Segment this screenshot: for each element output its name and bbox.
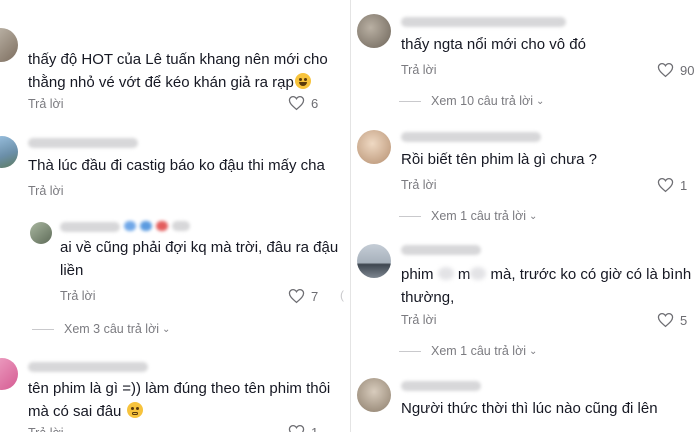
like-button[interactable]: 1 (657, 177, 687, 193)
heart-outline-icon (657, 312, 674, 328)
comment-text: Rồi biết tên phim là gì chưa ? (401, 151, 597, 168)
like-count: 90 (680, 62, 695, 78)
blurred-badge (124, 221, 136, 231)
heart-outline-icon (288, 288, 305, 304)
chevron-down-icon: ⌄ (529, 210, 538, 222)
avatar[interactable] (357, 244, 391, 278)
avatar[interactable] (30, 222, 52, 244)
reply-button[interactable]: Trả lời (401, 63, 437, 77)
blurred-username (401, 245, 481, 255)
comment-text: Người thức thời thì lúc nào cũng đi lên (401, 400, 658, 417)
reply-button[interactable]: Trả lời (401, 313, 437, 327)
like-button[interactable]: 90 (657, 62, 694, 78)
right-comment-panel: thấy ngta nổi mới cho vô đó Trả lời 90 X… (350, 0, 700, 432)
reply-button[interactable]: Trả lời (401, 178, 437, 192)
like-button[interactable]: 1 (288, 424, 318, 432)
like-button[interactable]: 5 (657, 312, 687, 328)
side-marker: ( (340, 288, 344, 302)
chevron-down-icon: ⌄ (162, 323, 171, 335)
blurred-badge (156, 221, 168, 231)
blurred-word (470, 267, 487, 280)
view-replies-button[interactable]: Xem 1 câu trả lời ⌄ (399, 344, 537, 358)
blurred-word (437, 267, 454, 280)
like-button[interactable]: 7 (288, 288, 318, 304)
comment-text: thằng nhỏ vé vớt để kéo khán giả ra rạp (28, 71, 311, 94)
blurred-username (401, 17, 566, 27)
like-count: 1 (680, 177, 688, 193)
view-replies-button[interactable]: Xem 10 câu trả lời ⌄ (399, 94, 544, 108)
laughing-emoji-icon (294, 73, 311, 89)
blurred-username (401, 132, 541, 142)
blurred-username (28, 138, 138, 148)
comment-text: thấy độ HOT của Lê tuấn khang nên mới ch… (28, 51, 328, 68)
avatar[interactable] (357, 130, 391, 164)
like-count: 6 (311, 95, 319, 111)
chevron-down-icon: ⌄ (536, 95, 545, 107)
comment-text: thường, (401, 289, 455, 306)
avatar[interactable] (0, 28, 18, 62)
like-count: 7 (311, 288, 319, 304)
comment-text: tên phim là gì =)) làm đúng theo tên phi… (28, 380, 331, 397)
heart-outline-icon (657, 177, 674, 193)
reply-button[interactable]: Trả lời (28, 184, 64, 198)
avatar[interactable] (0, 358, 18, 390)
chevron-down-icon: ⌄ (529, 345, 538, 357)
comment-text: thấy ngta nổi mới cho vô đó (401, 36, 586, 53)
heart-outline-icon (288, 95, 305, 111)
view-replies-button[interactable]: Xem 3 câu trả lời ⌄ (32, 322, 170, 336)
blurred-username (28, 362, 148, 372)
blurred-username (401, 381, 481, 391)
avatar[interactable] (357, 14, 391, 48)
comment-text: liền (60, 262, 84, 279)
reply-button[interactable]: Trả lời (28, 97, 64, 111)
avatar[interactable] (357, 378, 391, 412)
comment-text: ai về cũng phải đợi kq mà trời, đâu ra đ… (60, 239, 339, 256)
blurred-username (60, 222, 120, 232)
heart-outline-icon (657, 62, 674, 78)
reply-button[interactable]: Trả lời (60, 289, 96, 303)
flushed-emoji-icon (126, 402, 143, 418)
reply-button[interactable]: Trả lời (28, 426, 64, 432)
view-replies-button[interactable]: Xem 1 câu trả lời ⌄ (399, 209, 537, 223)
comment-text: mà có sai đâu (28, 400, 143, 423)
blurred-badge (172, 221, 190, 231)
avatar[interactable] (0, 136, 18, 168)
comment-text: Thà lúc đầu đi castig báo ko đậu thi mấy… (28, 157, 325, 174)
like-count: 1 (311, 424, 319, 432)
like-count: 5 (680, 312, 688, 328)
comment-text: phim m mà, trước ko có giờ có là bình (401, 266, 692, 283)
left-comment-panel: thấy độ HOT của Lê tuấn khang nên mới ch… (0, 0, 346, 432)
heart-outline-icon (288, 424, 305, 432)
blurred-badge (140, 221, 152, 231)
like-button[interactable]: 6 (288, 95, 318, 111)
